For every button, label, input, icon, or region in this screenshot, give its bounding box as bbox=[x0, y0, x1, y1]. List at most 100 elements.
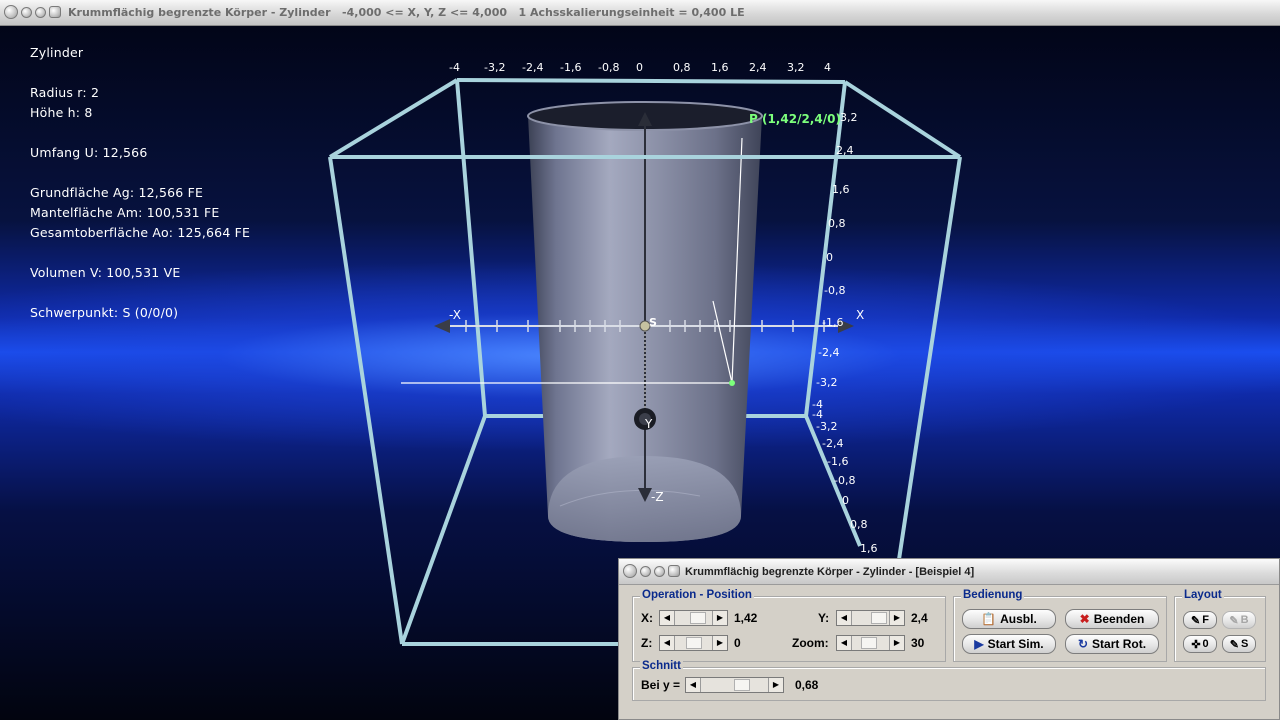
info-total-surface: Gesamtoberfläche Ao: 125,664 FE bbox=[30, 225, 251, 240]
layout-background-button[interactable]: ✎ B bbox=[1222, 611, 1256, 629]
schnitt-y-scrollbar[interactable]: ◀ ▶ bbox=[685, 677, 784, 693]
panel-title-bar[interactable]: Krummflächig begrenzte Körper - Zylinder… bbox=[619, 559, 1279, 585]
top-tick-label-8: 2,4 bbox=[749, 61, 767, 74]
y-scroll-left-icon[interactable]: ◀ bbox=[837, 611, 852, 625]
z-position-label: Z: bbox=[641, 636, 653, 650]
info-perimeter: Umfang U: 12,566 bbox=[30, 145, 148, 160]
top-tick-label-6: 0,8 bbox=[673, 61, 691, 74]
layout-origin-button[interactable]: ✜ 0 bbox=[1183, 635, 1217, 653]
bedienung-legend: Bedienung bbox=[961, 589, 1025, 601]
right-tick-upper-label-3: 0,8 bbox=[828, 217, 846, 230]
x-position-scrollbar[interactable]: ◀ ▶ bbox=[659, 610, 728, 626]
y-position-value: 2,4 bbox=[911, 611, 928, 625]
schnitt-scroll-thumb[interactable] bbox=[734, 679, 750, 691]
y-scroll-right-icon[interactable]: ▶ bbox=[889, 611, 904, 625]
schnitt-scroll-left-icon[interactable]: ◀ bbox=[686, 678, 701, 692]
start-simulation-button[interactable]: ▶ Start Sim. bbox=[962, 634, 1056, 654]
info-height: Höhe h: 8 bbox=[30, 105, 93, 120]
zoom-value: 30 bbox=[911, 636, 925, 650]
right-tick-upper-label-6: -1,6 bbox=[822, 316, 844, 329]
y-position-label: Y: bbox=[818, 611, 830, 625]
ausblenden-button[interactable]: 📋 Ausbl. bbox=[962, 609, 1056, 629]
bedienung-group: Bedienung 📋 Ausbl. ✖ Beenden ▶ Start Sim… bbox=[953, 589, 1167, 662]
x-scroll-left-icon[interactable]: ◀ bbox=[660, 611, 675, 625]
close-icon: ✖ bbox=[1079, 612, 1090, 626]
point-p-label: P (1,42/2,4/0) bbox=[749, 112, 841, 126]
y-position-scrollbar[interactable]: ◀ ▶ bbox=[836, 610, 905, 626]
z-position-scrollbar[interactable]: ◀ ▶ bbox=[659, 635, 728, 651]
right-tick-upper-label-1: 2,4 bbox=[836, 144, 854, 157]
y-scroll-thumb[interactable] bbox=[871, 612, 887, 624]
beenden-button[interactable]: ✖ Beenden bbox=[1065, 609, 1159, 629]
right-tick-upper-label-7: -2,4 bbox=[818, 346, 840, 359]
panel-title: Krummflächig begrenzte Körper - Zylinder… bbox=[685, 566, 975, 578]
schnitt-legend: Schnitt bbox=[640, 660, 683, 672]
layout-fill-button[interactable]: ✎ F bbox=[1183, 611, 1217, 629]
center-label: S bbox=[649, 316, 657, 329]
layout-group: Layout ✎ F ✎ B ✜ 0 ✎ S bbox=[1174, 589, 1266, 662]
neg-x-axis-label: -X bbox=[449, 308, 461, 322]
layout-style-button[interactable]: ✎ S bbox=[1222, 635, 1256, 653]
right-tick-lower-label-2: -2,4 bbox=[822, 437, 844, 450]
right-tick-upper-label-5: -0,8 bbox=[824, 284, 846, 297]
z-scroll-right-icon[interactable]: ▶ bbox=[712, 636, 727, 650]
info-heading: Zylinder bbox=[30, 45, 84, 60]
layout-style-label: S bbox=[1240, 638, 1249, 650]
top-tick-label-4: -0,8 bbox=[598, 61, 620, 74]
panel-maximize-icon[interactable] bbox=[654, 566, 665, 577]
z-scroll-left-icon[interactable]: ◀ bbox=[660, 636, 675, 650]
x-scroll-right-icon[interactable]: ▶ bbox=[712, 611, 727, 625]
panel-minimize-icon[interactable] bbox=[640, 566, 651, 577]
zoom-scroll-left-icon[interactable]: ◀ bbox=[837, 636, 852, 650]
main-title-bar[interactable]: Krummflächig begrenzte Körper - Zylinder… bbox=[0, 0, 1280, 26]
top-tick-label-1: -3,2 bbox=[484, 61, 506, 74]
top-tick-label-2: -2,4 bbox=[522, 61, 544, 74]
x-position-label: X: bbox=[641, 611, 653, 625]
x-scroll-thumb[interactable] bbox=[690, 612, 706, 624]
neg-z-axis-label: -Z bbox=[651, 490, 664, 504]
start-simulation-button-label: Start Sim. bbox=[987, 637, 1044, 651]
crosshair-icon: ✜ bbox=[1191, 638, 1201, 651]
top-tick-label-9: 3,2 bbox=[787, 61, 805, 74]
layout-background-label: B bbox=[1240, 614, 1249, 626]
z-scroll-thumb[interactable] bbox=[686, 637, 702, 649]
style-icon: ✎ bbox=[1229, 638, 1239, 651]
panel-window-controls bbox=[623, 564, 680, 578]
play-icon: ▶ bbox=[974, 637, 984, 651]
control-panel-window: Krummflächig begrenzte Körper - Zylinder… bbox=[618, 558, 1280, 720]
top-tick-label-3: -1,6 bbox=[560, 61, 582, 74]
beenden-button-label: Beenden bbox=[1093, 612, 1145, 626]
schnitt-scroll-right-icon[interactable]: ▶ bbox=[768, 678, 783, 692]
layout-legend: Layout bbox=[1182, 589, 1224, 601]
right-tick-lower-label-4: -0,8 bbox=[834, 474, 856, 487]
panel-close-icon[interactable] bbox=[623, 564, 637, 578]
start-rotation-button[interactable]: ↻ Start Rot. bbox=[1065, 634, 1159, 654]
y-axis-label: Y bbox=[645, 417, 653, 431]
right-tick-lower-label-6: 0,8 bbox=[850, 518, 868, 531]
zoom-scrollbar[interactable]: ◀ ▶ bbox=[836, 635, 905, 651]
zoom-label: Zoom: bbox=[792, 636, 829, 650]
window-menu-icon[interactable] bbox=[49, 6, 61, 18]
point-p bbox=[729, 380, 735, 386]
right-tick-upper-label-8: -3,2 bbox=[816, 376, 838, 389]
top-tick-label-5: 0 bbox=[636, 61, 643, 74]
info-base-area: Grundfläche Ag: 12,566 FE bbox=[30, 185, 204, 200]
right-tick-upper-label-0: 3,2 bbox=[840, 111, 858, 124]
ausblenden-button-label: Ausbl. bbox=[1000, 612, 1037, 626]
zoom-scroll-right-icon[interactable]: ▶ bbox=[889, 636, 904, 650]
schnitt-y-value: 0,68 bbox=[795, 678, 819, 692]
paint-icon: ✎ bbox=[1191, 614, 1201, 627]
right-tick-lower-label-5: 0 bbox=[842, 494, 849, 507]
start-rotation-button-label: Start Rot. bbox=[1092, 637, 1147, 651]
hide-icon: 📋 bbox=[981, 612, 997, 626]
layout-fill-label: F bbox=[1202, 614, 1209, 626]
zoom-scroll-thumb[interactable] bbox=[861, 637, 877, 649]
rotate-icon: ↻ bbox=[1077, 637, 1089, 651]
z-position-value: 0 bbox=[734, 636, 741, 650]
minimize-window-icon[interactable] bbox=[21, 7, 32, 18]
info-radius: Radius r: 2 bbox=[30, 85, 100, 100]
maximize-window-icon[interactable] bbox=[35, 7, 46, 18]
close-window-icon[interactable] bbox=[4, 5, 18, 19]
panel-menu-icon[interactable] bbox=[668, 565, 680, 577]
top-tick-label-7: 1,6 bbox=[711, 61, 729, 74]
